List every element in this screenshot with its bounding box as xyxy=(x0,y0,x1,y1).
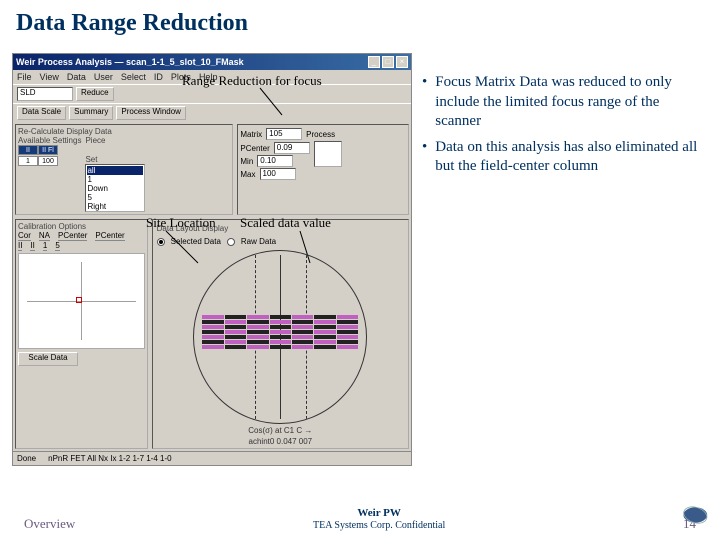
calibration-panel: Calibration Options Cor NA PCenter PCent… xyxy=(15,219,148,449)
site-location-plot xyxy=(18,253,145,349)
toolbar-combo[interactable]: SLD xyxy=(17,87,73,101)
calib-val-2: 1 xyxy=(43,241,47,251)
annotation-range-reduction: Range Reduction for focus xyxy=(182,73,322,89)
calib-col-pc1: PCenter xyxy=(58,231,87,241)
maximize-icon[interactable]: □ xyxy=(382,56,394,68)
settings-grid: II II Fl 1 100 xyxy=(18,145,81,166)
process-preview xyxy=(314,141,342,167)
footer-confidential: TEA Systems Corp. Confidential xyxy=(313,520,445,532)
footer: Overview Weir PW TEA Systems Corp. Confi… xyxy=(0,507,720,532)
scale-data-button[interactable]: Scale Data xyxy=(18,352,78,366)
set-label: Set xyxy=(85,155,145,164)
matrix-panel: Matrix 105 Process PCenter 0.09 Min xyxy=(237,124,409,215)
set-list[interactable]: all 1 Down 5 Right xyxy=(85,164,145,212)
menu-data[interactable]: Data xyxy=(67,72,86,82)
piece-label: Piece xyxy=(85,136,145,145)
radio-selected-label: Selected Data xyxy=(171,237,221,246)
status-right: nPnR FET All Nx Ix 1-2 1-7 1-4 1-0 xyxy=(48,454,171,463)
process-label: Process xyxy=(306,130,335,139)
app-window: Weir Process Analysis — scan_1-1_5_slot_… xyxy=(12,53,412,466)
list-item[interactable]: Right xyxy=(87,202,143,211)
tab-process-window[interactable]: Process Window xyxy=(116,106,186,120)
available-label: Available Settings xyxy=(18,136,81,145)
tab-summary[interactable]: Summary xyxy=(69,106,113,120)
menu-file[interactable]: File xyxy=(17,72,32,82)
matrix-label: Matrix xyxy=(240,130,262,139)
menu-view[interactable]: View xyxy=(40,72,59,82)
grid-v2[interactable]: 100 xyxy=(38,156,58,166)
bullet-list: Focus Matrix Data was reduced to only in… xyxy=(422,73,702,177)
minimize-icon[interactable]: _ xyxy=(368,56,380,68)
footer-overview: Overview xyxy=(24,516,75,532)
annotation-scaled-data: Scaled data value xyxy=(240,215,331,231)
min-input[interactable]: 0.10 xyxy=(257,155,293,167)
slide-title: Data Range Reduction xyxy=(0,0,720,43)
pcenter-input[interactable]: 0.09 xyxy=(274,142,310,154)
calib-val-0: II xyxy=(18,241,22,251)
wafer-caption-1: Cos(σ) at C1 C → xyxy=(155,426,406,435)
matrix-input[interactable]: 105 xyxy=(266,128,302,140)
max-input[interactable]: 100 xyxy=(260,168,296,180)
grid-h1: II xyxy=(18,145,38,155)
calib-col-cor: Cor xyxy=(18,231,31,241)
logo-icon xyxy=(680,502,714,528)
tab-data-scale[interactable]: Data Scale xyxy=(17,106,66,120)
annotation-site-location: Site Location xyxy=(146,215,216,231)
menu-user[interactable]: User xyxy=(94,72,113,82)
recalc-panel: Re-Calculate Display Data Available Sett… xyxy=(15,124,233,215)
status-left: Done xyxy=(17,454,36,463)
grid-v1[interactable]: 1 xyxy=(18,156,38,166)
calibration-label: Calibration Options xyxy=(18,222,145,231)
tab-row: Data Scale Summary Process Window xyxy=(13,103,411,122)
list-item[interactable]: Down xyxy=(87,184,143,193)
pcenter-label: PCenter xyxy=(240,144,269,153)
max-label: Max xyxy=(240,170,255,179)
grid-h2: II Fl xyxy=(38,145,58,155)
close-icon[interactable]: × xyxy=(396,56,408,68)
menu-select[interactable]: Select xyxy=(121,72,146,82)
radio-raw-data[interactable] xyxy=(227,238,235,246)
footer-title: Weir PW xyxy=(313,507,445,520)
calib-col-na: NA xyxy=(39,231,50,241)
radio-selected-data[interactable] xyxy=(157,238,165,246)
list-item[interactable]: 1 xyxy=(87,175,143,184)
list-item[interactable]: 5 xyxy=(87,193,143,202)
site-marker xyxy=(76,297,82,303)
bullet-1: Focus Matrix Data was reduced to only in… xyxy=(435,73,702,132)
statusbar: Done nPnR FET All Nx Ix 1-2 1-7 1-4 1-0 xyxy=(13,451,411,465)
min-label: Min xyxy=(240,157,253,166)
titlebar: Weir Process Analysis — scan_1-1_5_slot_… xyxy=(13,54,411,70)
menu-id[interactable]: ID xyxy=(154,72,163,82)
bullet-2: Data on this analysis has also eliminate… xyxy=(435,138,702,177)
calib-val-3: 5 xyxy=(55,241,59,251)
window-title: Weir Process Analysis — scan_1-1_5_slot_… xyxy=(16,57,244,67)
wafer-panel: Data Layout Display Selected Data Raw Da… xyxy=(152,219,409,449)
wafer-map xyxy=(193,250,367,424)
wafer-caption-2: achint0 0.047 007 xyxy=(155,437,406,446)
list-item[interactable]: all xyxy=(87,166,143,175)
radio-raw-label: Raw Data xyxy=(241,237,276,246)
toolbar-reduce-button[interactable]: Reduce xyxy=(76,87,114,101)
calib-val-1: II xyxy=(30,241,34,251)
recalc-label: Re-Calculate Display Data xyxy=(18,127,230,136)
calib-col-pc2: PCenter xyxy=(95,231,124,241)
